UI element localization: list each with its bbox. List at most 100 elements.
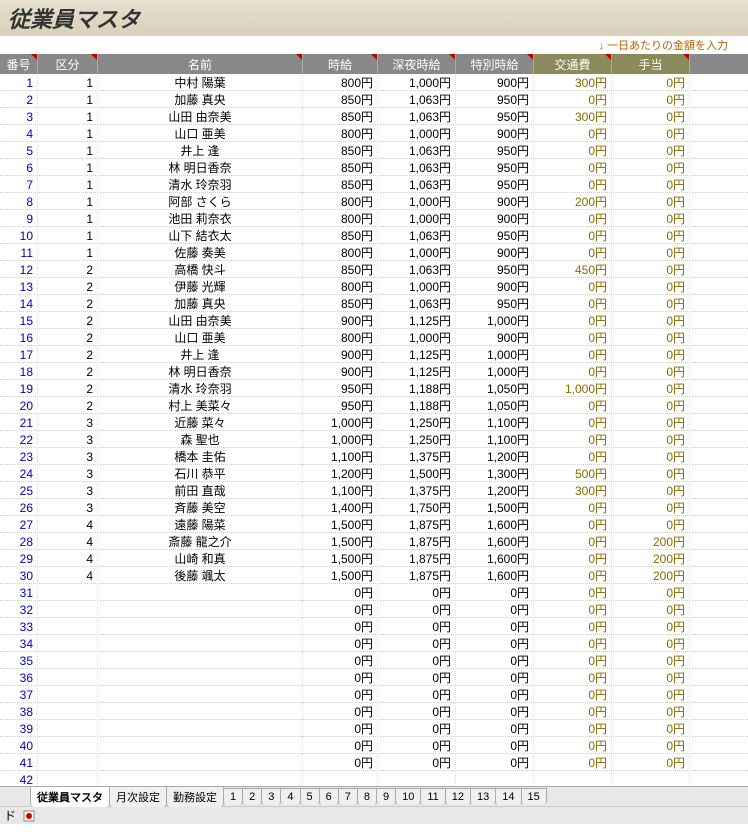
cell-allow[interactable]: 0円: [612, 380, 690, 397]
cell-kubun[interactable]: [38, 601, 98, 618]
cell-no[interactable]: 33: [0, 618, 38, 635]
cell-kubun[interactable]: 3: [38, 499, 98, 516]
cell-kubun[interactable]: 4: [38, 533, 98, 550]
table-row[interactable]: 380円0円0円0円0円: [0, 703, 748, 720]
cell-wage[interactable]: 900円: [303, 346, 378, 363]
cell-name[interactable]: 山田 由奈美: [98, 108, 303, 125]
cell-wage[interactable]: 800円: [303, 244, 378, 261]
cell-kubun[interactable]: [38, 669, 98, 686]
cell-night[interactable]: 1,250円: [378, 414, 456, 431]
cell-name[interactable]: [98, 737, 303, 754]
cell-trans[interactable]: 0円: [534, 686, 612, 703]
cell-allow[interactable]: 0円: [612, 601, 690, 618]
cell-special[interactable]: 0円: [456, 669, 534, 686]
cell-wage[interactable]: 850円: [303, 142, 378, 159]
table-row[interactable]: 274遠藤 陽菜1,500円1,875円1,600円0円0円: [0, 516, 748, 533]
cell-night[interactable]: 1,750円: [378, 499, 456, 516]
cell-wage[interactable]: 850円: [303, 295, 378, 312]
cell-name[interactable]: [98, 771, 303, 786]
cell-wage[interactable]: 1,400円: [303, 499, 378, 516]
cell-allow[interactable]: 0円: [612, 227, 690, 244]
cell-allow[interactable]: 0円: [612, 108, 690, 125]
cell-trans[interactable]: 0円: [534, 244, 612, 261]
cell-special[interactable]: 1,600円: [456, 516, 534, 533]
cell-special[interactable]: 900円: [456, 278, 534, 295]
cell-wage[interactable]: 0円: [303, 652, 378, 669]
cell-night[interactable]: [378, 771, 456, 786]
cell-night[interactable]: 1,063円: [378, 91, 456, 108]
cell-no[interactable]: 17: [0, 346, 38, 363]
sheet-tabs[interactable]: 従業員マスタ月次設定勤務設定123456789101112131415: [0, 786, 748, 806]
cell-name[interactable]: 加藤 真央: [98, 295, 303, 312]
cell-wage[interactable]: 0円: [303, 686, 378, 703]
table-row[interactable]: 350円0円0円0円0円: [0, 652, 748, 669]
cell-allow[interactable]: 0円: [612, 278, 690, 295]
cell-allow[interactable]: 0円: [612, 125, 690, 142]
cell-night[interactable]: 1,063円: [378, 261, 456, 278]
cell-night[interactable]: 1,188円: [378, 380, 456, 397]
table-row[interactable]: 21加藤 真央850円1,063円950円0円0円: [0, 91, 748, 108]
cell-kubun[interactable]: [38, 720, 98, 737]
cell-special[interactable]: 900円: [456, 244, 534, 261]
cell-special[interactable]: 1,000円: [456, 346, 534, 363]
cell-no[interactable]: 1: [0, 74, 38, 91]
cell-allow[interactable]: 0円: [612, 737, 690, 754]
cell-wage[interactable]: 900円: [303, 363, 378, 380]
cell-wage[interactable]: 1,100円: [303, 482, 378, 499]
cell-night[interactable]: 1,125円: [378, 312, 456, 329]
cell-kubun[interactable]: 1: [38, 74, 98, 91]
cell-kubun[interactable]: 2: [38, 312, 98, 329]
cell-special[interactable]: 0円: [456, 618, 534, 635]
cell-trans[interactable]: 0円: [534, 176, 612, 193]
table-row[interactable]: 101山下 結衣太850円1,063円950円0円0円: [0, 227, 748, 244]
cell-kubun[interactable]: 1: [38, 176, 98, 193]
cell-name[interactable]: 村上 美菜々: [98, 397, 303, 414]
cell-special[interactable]: 1,000円: [456, 312, 534, 329]
cell-allow[interactable]: 0円: [612, 414, 690, 431]
cell-allow[interactable]: 0円: [612, 448, 690, 465]
cell-name[interactable]: 橋本 圭佑: [98, 448, 303, 465]
cell-night[interactable]: 1,375円: [378, 482, 456, 499]
cell-kubun[interactable]: 2: [38, 261, 98, 278]
cell-trans[interactable]: 0円: [534, 567, 612, 584]
cell-trans[interactable]: 0円: [534, 618, 612, 635]
cell-kubun[interactable]: [38, 754, 98, 771]
cell-trans[interactable]: 0円: [534, 754, 612, 771]
cell-no[interactable]: 25: [0, 482, 38, 499]
cell-trans[interactable]: 200円: [534, 193, 612, 210]
cell-no[interactable]: 6: [0, 159, 38, 176]
cell-no[interactable]: 23: [0, 448, 38, 465]
cell-name[interactable]: 山口 亜美: [98, 329, 303, 346]
cell-allow[interactable]: 0円: [612, 516, 690, 533]
cell-allow[interactable]: 0円: [612, 499, 690, 516]
cell-wage[interactable]: 0円: [303, 703, 378, 720]
cell-allow[interactable]: 0円: [612, 295, 690, 312]
cell-special[interactable]: 1,100円: [456, 431, 534, 448]
cell-allow[interactable]: 0円: [612, 193, 690, 210]
cell-kubun[interactable]: 2: [38, 397, 98, 414]
sheet-tab[interactable]: 2: [242, 788, 262, 805]
cell-night[interactable]: 1,063円: [378, 227, 456, 244]
cell-name[interactable]: [98, 601, 303, 618]
cell-wage[interactable]: 800円: [303, 193, 378, 210]
cell-name[interactable]: 清水 玲奈羽: [98, 380, 303, 397]
cell-special[interactable]: 900円: [456, 74, 534, 91]
cell-night[interactable]: 1,188円: [378, 397, 456, 414]
cell-night[interactable]: 1,000円: [378, 125, 456, 142]
cell-wage[interactable]: 0円: [303, 618, 378, 635]
cell-name[interactable]: 池田 莉奈衣: [98, 210, 303, 227]
cell-no[interactable]: 39: [0, 720, 38, 737]
cell-night[interactable]: 0円: [378, 686, 456, 703]
cell-wage[interactable]: 950円: [303, 380, 378, 397]
cell-special[interactable]: 0円: [456, 686, 534, 703]
table-row[interactable]: 111佐藤 奏美800円1,000円900円0円0円: [0, 244, 748, 261]
cell-allow[interactable]: 0円: [612, 397, 690, 414]
cell-trans[interactable]: 0円: [534, 720, 612, 737]
cell-no[interactable]: 37: [0, 686, 38, 703]
cell-special[interactable]: 950円: [456, 176, 534, 193]
cell-name[interactable]: 林 明日香奈: [98, 159, 303, 176]
cell-kubun[interactable]: 3: [38, 482, 98, 499]
cell-no[interactable]: 42: [0, 771, 38, 786]
table-row[interactable]: 370円0円0円0円0円: [0, 686, 748, 703]
table-row[interactable]: 172井上 逢900円1,125円1,000円0円0円: [0, 346, 748, 363]
